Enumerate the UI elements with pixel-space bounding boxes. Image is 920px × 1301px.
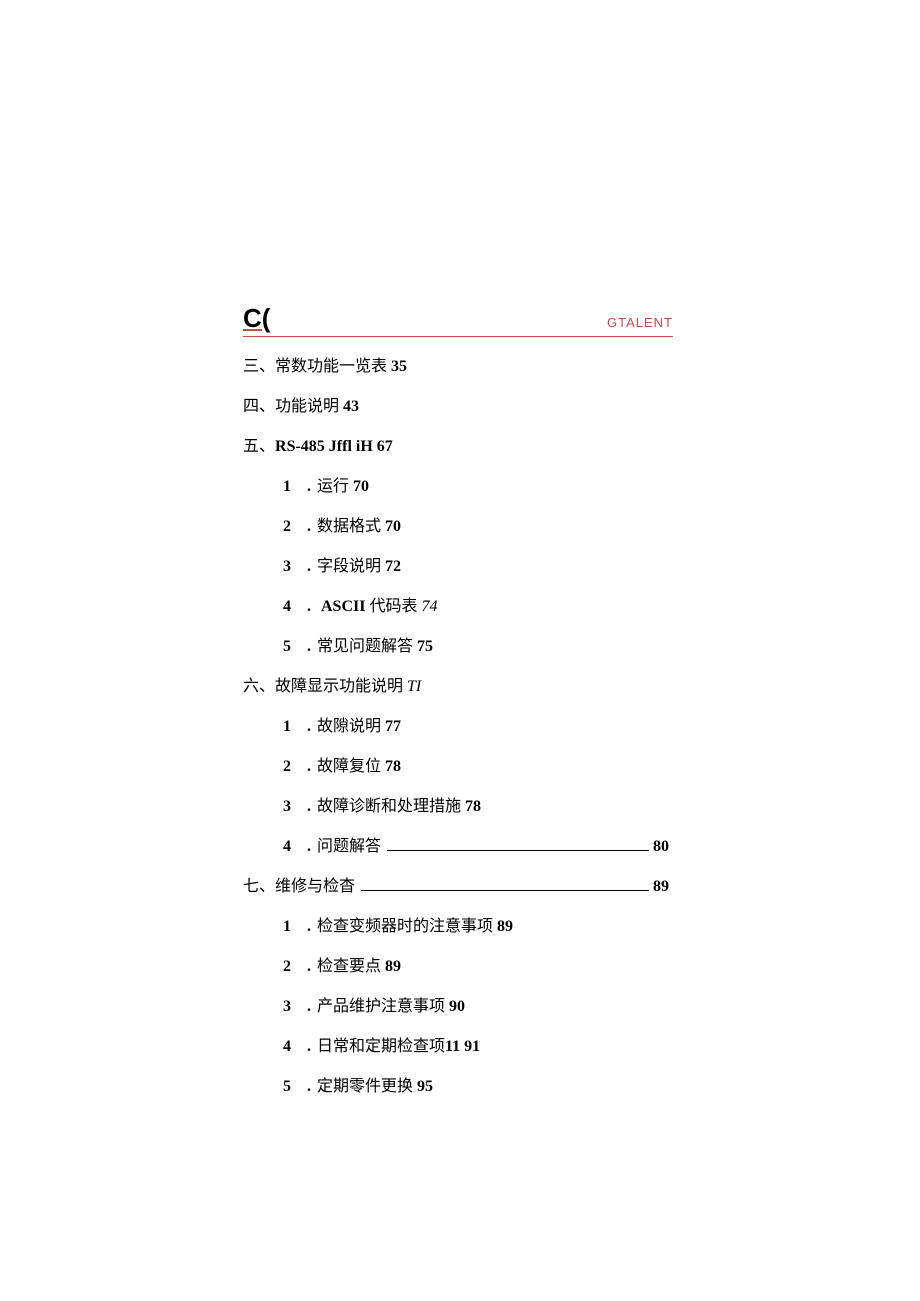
toc-item: 1.检查变频器时的注意事项 89 [243,915,673,939]
item-text: 字段说明 [317,558,381,575]
item-page: 90 [449,998,465,1015]
item-page-italic: 74 [421,598,437,615]
toc-section-5: 五、RS-485 Jffl iH 67 [243,435,673,459]
toc-page-num: 35 [391,358,407,375]
item-num: 3 [283,555,297,579]
dot: . [297,918,317,935]
toc-item-leader: 4.问题解答 80 [243,835,673,859]
toc-item: 3.产品维护注意事项 90 [243,995,673,1019]
toc-item: 2.数据格式 70 [243,515,673,539]
toc-page-italic: TI [407,678,421,695]
toc-item: 5.定期零件更换 95 [243,1075,673,1099]
item-text: 运行 [317,478,349,495]
dot: . [297,518,317,535]
toc-item: 3.字段说明 72 [243,555,673,579]
item-text: 日常和定期检查项 [317,1038,445,1055]
item-page: 89 [497,918,513,935]
item-num: 5 [283,635,297,659]
toc-page-right: 89 [653,875,673,899]
item-text: 产品维护注意事项 [317,998,445,1015]
item-page: 75 [417,638,433,655]
item-text: 代码表 [365,598,417,615]
dot: . [297,558,317,575]
item-num: 1 [283,475,297,499]
toc-item: 2.检查要点 89 [243,955,673,979]
item-num: 2 [283,515,297,539]
toc-title: 三、常数功能一览表 [243,358,387,375]
item-page: 78 [385,758,401,775]
leader-left: 4.问题解答 [283,835,381,859]
dot: . [297,798,317,815]
toc-section-3: 三、常数功能一览表 35 [243,355,673,379]
item-num: 2 [283,955,297,979]
dot: . [297,758,317,775]
item-page-inline: 11 91 [445,1038,480,1055]
item-page: 72 [385,558,401,575]
dot: . [297,958,317,975]
leader-line [387,850,649,851]
item-page: 95 [417,1078,433,1095]
dot: . [297,598,321,615]
dot: . [297,718,317,735]
item-text: 检查要点 [317,958,381,975]
dot: . [297,1038,317,1055]
dot: . [297,638,317,655]
item-num: 5 [283,1075,297,1099]
toc-title-prefix: 五、 [243,438,275,455]
toc-page-num: 43 [343,398,359,415]
item-num: 1 [283,715,297,739]
item-text-bold: ASCII [321,598,365,615]
toc-section-7: 七、维修与检杳 89 [243,875,673,899]
toc-title: 六、故障显示功能说明 [243,678,403,695]
toc-item: 5.常见问题解答 75 [243,635,673,659]
item-page: 70 [385,518,401,535]
item-text: 检查变频器时的注意事项 [317,918,493,935]
header-letter: C( [243,303,270,334]
toc-title-bold: RS-485 Jffl iH 67 [275,438,393,455]
item-text: 故隙说明 [317,718,381,735]
toc-item: 3.故障诊断和处理措施 78 [243,795,673,819]
toc-item: 4.日常和定期检查项11 91 [243,1035,673,1059]
dot: . [297,1078,317,1095]
item-text: 故障诊断和处理措施 [317,798,461,815]
item-num: 1 [283,915,297,939]
item-page: 77 [385,718,401,735]
dot: . [297,478,317,495]
toc-title: 七、维修与检杳 [243,875,355,899]
toc-item: 2.故障复位 78 [243,755,673,779]
toc-section-4: 四、功能说明 43 [243,395,673,419]
item-num: 4 [283,835,297,859]
item-text: 问题解答 [317,838,381,855]
item-text: 数据格式 [317,518,381,535]
item-text: 定期零件更换 [317,1078,413,1095]
toc-item: 1.运行 70 [243,475,673,499]
toc-item: 4. ASCII 代码表 74 [243,595,673,619]
toc-page: C( GTALENT 三、常数功能一览表 35 四、功能说明 43 五、RS-4… [243,303,673,1115]
page-header: C( GTALENT [243,303,673,337]
toc-section-6: 六、故障显示功能说明 TI [243,675,673,699]
dot: . [297,998,317,1015]
item-page: 78 [465,798,481,815]
item-num: 4 [283,595,297,619]
item-text: 故障复位 [317,758,381,775]
toc-item: 1.故隙说明 77 [243,715,673,739]
toc-title: 四、功能说明 [243,398,339,415]
leader-line [361,890,649,891]
item-num: 3 [283,995,297,1019]
item-page: 70 [353,478,369,495]
item-page-right: 80 [653,835,673,859]
item-page: 89 [385,958,401,975]
item-num: 4 [283,1035,297,1059]
item-text: 常见问题解答 [317,638,413,655]
dot: . [297,838,317,855]
item-num: 3 [283,795,297,819]
item-num: 2 [283,755,297,779]
header-brand: GTALENT [607,315,673,330]
